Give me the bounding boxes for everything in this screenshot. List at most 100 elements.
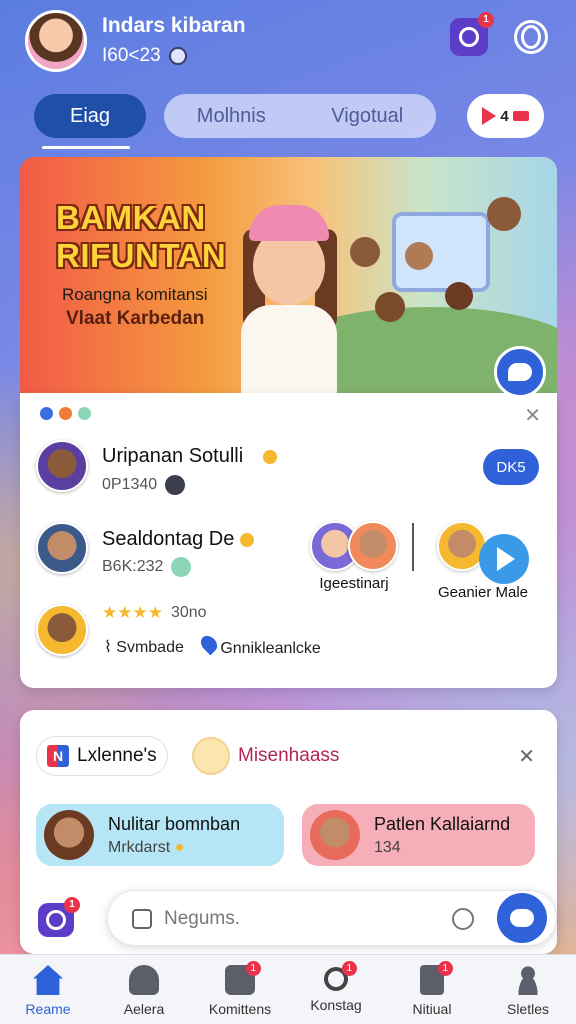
nav-label: Aelera (123, 1001, 165, 1017)
avatar[interactable] (36, 522, 88, 574)
globe-icon (168, 47, 187, 65)
kid-illustration (445, 282, 473, 310)
play-icon (479, 534, 529, 584)
hero-title-line1: BAMKAN (56, 199, 206, 236)
bowl-icon (192, 737, 230, 775)
row-name-text: Sealdontag De (102, 528, 235, 550)
clock-icon[interactable] (452, 908, 474, 930)
kid-illustration (375, 292, 405, 322)
assistant-button[interactable] (497, 893, 547, 943)
circle-icon (514, 20, 548, 54)
nav-label: Sletles (506, 1001, 550, 1017)
tab-group: Molhnis Vigotual (164, 94, 436, 138)
nav-item-komittens[interactable]: 1 Komittens (192, 955, 288, 1024)
row-sub: 0P1340 (102, 475, 186, 495)
avatar (310, 810, 360, 860)
nav-badge: 1 (437, 961, 453, 976)
divider (412, 523, 414, 571)
kid-illustration (405, 242, 433, 270)
tags: ⌇ Svmbade Gnnikleanlcke (104, 632, 321, 658)
profile-avatar[interactable] (25, 10, 87, 72)
location-pin-icon (197, 632, 221, 656)
suggestion-title: Nulitar bomnban (108, 814, 241, 834)
hero-title: BAMKAN RIFUNTAN (56, 199, 226, 275)
brand-logo-icon: N (47, 745, 69, 767)
chip-misenhaass[interactable]: Misenhaass (182, 736, 349, 776)
rating: ★★★★ 30no (102, 603, 207, 623)
nav-badge: 1 (341, 961, 357, 976)
story-item[interactable]: Geanier Male (428, 521, 538, 601)
hero-title-line2: RIFUNTAN (56, 237, 227, 274)
camera-button[interactable]: 1 (450, 12, 494, 56)
hero-tagline: Vlaat Karbedan (66, 308, 205, 329)
rating-count: 30no (170, 604, 207, 621)
chip-lxlenne[interactable]: N Lxlenne's (36, 736, 168, 776)
dk-button[interactable]: DK5 (483, 449, 539, 485)
row-name: Sealdontag De (102, 528, 254, 551)
user-icon (513, 965, 543, 995)
play-icon (482, 107, 497, 125)
suggestion-item[interactable]: Patlen Kallaiarnd 134 (302, 804, 535, 866)
kid-illustration (487, 197, 521, 231)
user-name: Indars kibaran (102, 14, 246, 37)
clip-icon: ⌇ (104, 638, 112, 656)
suggestion-item[interactable]: Nulitar bomnban Mrkdarst ● (36, 804, 284, 866)
tab-eiag[interactable]: Eiag (34, 94, 146, 138)
camera-button[interactable]: 1 (38, 897, 80, 937)
tag-label: Svmbade (116, 638, 184, 656)
live-button[interactable]: 4 (467, 94, 544, 138)
nav-item-nitiual[interactable]: 1 Nitiual (384, 955, 480, 1024)
nav-label: Reame (25, 1001, 71, 1017)
chip-label: Lxlenne's (77, 745, 157, 766)
story-item[interactable]: Igeestinarj (302, 521, 406, 592)
row-name-text: Uripanan Sotulli (102, 445, 244, 467)
suggestion-sub: Mrkdarst ● (108, 839, 185, 856)
active-tab-indicator (42, 146, 130, 149)
feed-card: ✕ Uripanan Sotulli 0P1340 DK5 Sealdontag… (20, 393, 557, 688)
nav-label: Nitiual (412, 1001, 452, 1017)
emoji-icon (239, 532, 254, 547)
avatar[interactable] (36, 440, 88, 492)
suggestion-title: Patlen Kallaiarnd (374, 814, 511, 834)
profile-circle-button[interactable] (512, 18, 550, 56)
tag-item[interactable]: Gnnikleanlcke (197, 632, 321, 658)
story-label: Geanier Male (437, 584, 529, 601)
lock-icon (129, 965, 159, 995)
nav-badge: 1 (245, 961, 261, 976)
tag-label: Gnnikleanlcke (220, 640, 321, 657)
story-avatar (348, 521, 398, 571)
close-icon[interactable]: ✕ (518, 744, 535, 769)
search-input[interactable]: Negums. (107, 890, 557, 946)
star-icon: ★★★★ (102, 603, 163, 622)
avatar (44, 810, 94, 860)
tag-item[interactable]: ⌇ Svmbade (104, 637, 184, 657)
tab-molhnis[interactable]: Molhnis (197, 105, 266, 128)
tab-vigotual[interactable]: Vigotual (331, 105, 403, 128)
camera-icon (459, 27, 479, 47)
nav-item-konstag[interactable]: 1 Konstag (288, 955, 384, 1024)
notification-badge: 1 (478, 12, 494, 28)
nav-item-sletles[interactable]: Sletles (480, 955, 576, 1024)
search-placeholder: Negums. (164, 908, 241, 929)
avatar[interactable] (36, 604, 88, 656)
video-icon (512, 111, 529, 121)
user-id: I60<23 (102, 45, 161, 66)
nav-item-reame[interactable]: Reame (0, 955, 96, 1024)
suggestion-sub: 134 (374, 839, 401, 856)
window-dots (40, 407, 91, 420)
square-icon (132, 909, 152, 929)
nav-item-aelera[interactable]: Aelera (96, 955, 192, 1024)
live-count: 4 (500, 107, 509, 125)
status-icon (165, 475, 186, 495)
hero-banner[interactable]: BAMKAN RIFUNTAN Roangna komitansi Vlaat … (20, 157, 557, 393)
story-label: Igeestinarj (319, 575, 389, 592)
home-icon (33, 965, 63, 995)
close-icon[interactable]: ✕ (524, 403, 541, 428)
user-subtitle: I60<23 (102, 45, 187, 67)
header: Indars kibaran I60<23 1 (0, 0, 576, 84)
nav-label: Komittens (208, 1001, 272, 1017)
row-sub-text: 0P1340 (102, 476, 158, 493)
hero-subtitle: Roangna komitansi (62, 285, 208, 304)
chat-button[interactable] (494, 346, 546, 398)
girl-illustration (235, 197, 345, 393)
